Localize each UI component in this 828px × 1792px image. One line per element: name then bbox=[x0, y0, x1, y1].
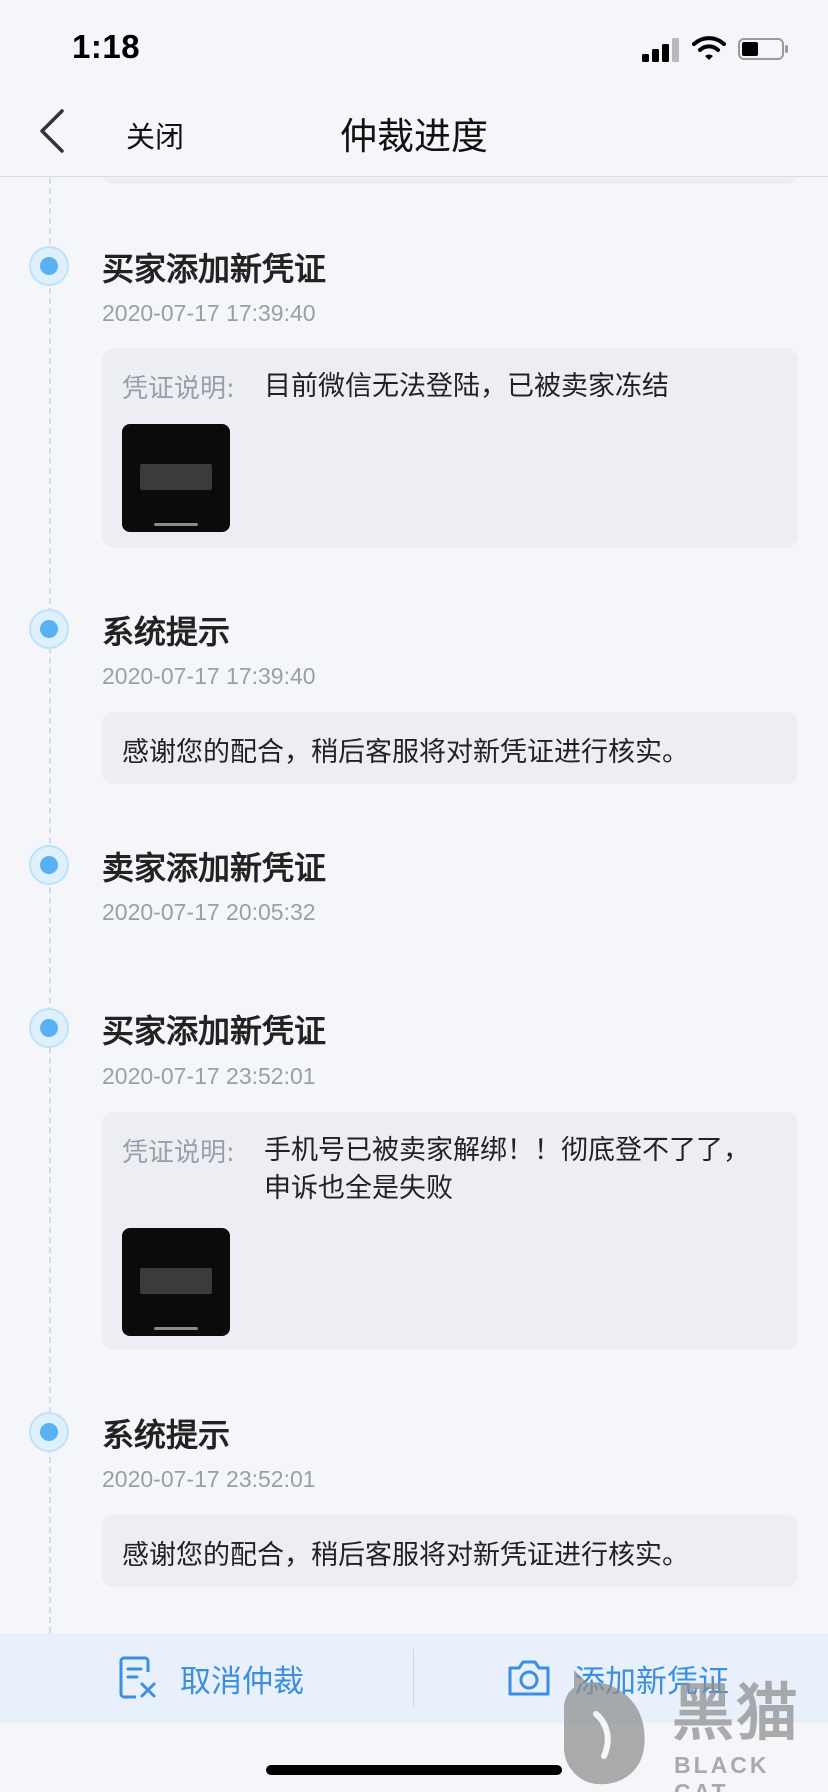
action-divider bbox=[413, 1649, 414, 1707]
timeline-dot bbox=[29, 1412, 69, 1452]
event-time: 2020-07-17 17:39:40 bbox=[102, 300, 316, 326]
event-time: 2020-07-17 23:52:01 bbox=[102, 1466, 316, 1492]
signal-icon bbox=[642, 38, 680, 62]
status-time: 1:18 bbox=[72, 28, 141, 65]
wifi-icon bbox=[692, 36, 726, 60]
event-time: 2020-07-17 23:52:01 bbox=[102, 1063, 316, 1089]
evidence-label: 凭证说明: bbox=[122, 374, 235, 404]
system-message-card: 感谢您的配合，稍后客服将对新凭证进行核实。 bbox=[102, 1515, 798, 1587]
evidence-card: 凭证说明: 手机号已被卖家解绑！！彻底登不了了，申诉也全是失败 bbox=[102, 1112, 798, 1350]
nav-bar: 关闭 仲裁进度 bbox=[0, 90, 828, 177]
event-title: 系统提示 bbox=[102, 613, 231, 651]
battery-icon bbox=[738, 38, 788, 60]
event-time: 2020-07-17 20:05:32 bbox=[102, 899, 316, 925]
evidence-description: 目前微信无法登陆，已被卖家冻结 bbox=[264, 371, 669, 402]
timeline-dot bbox=[29, 609, 69, 649]
event-title: 系统提示 bbox=[102, 1416, 231, 1454]
status-icons bbox=[642, 34, 792, 64]
event-time: 2020-07-17 17:39:40 bbox=[102, 663, 316, 689]
cancel-arbitration-button[interactable]: 取消仲裁 bbox=[118, 1633, 304, 1723]
arbitration-timeline: 买家添加新凭证 2020-07-17 17:39:40 凭证说明: 目前微信无法… bbox=[0, 178, 828, 1633]
event-title: 卖家添加新凭证 bbox=[102, 849, 327, 887]
evidence-label: 凭证说明: bbox=[122, 1138, 235, 1168]
evidence-card: 凭证说明: 目前微信无法登陆，已被卖家冻结 bbox=[102, 348, 798, 548]
event-title: 买家添加新凭证 bbox=[102, 250, 327, 288]
home-indicator[interactable] bbox=[266, 1765, 562, 1775]
previous-card bbox=[102, 178, 798, 184]
evidence-thumbnail[interactable] bbox=[122, 1228, 230, 1336]
watermark-en: BLACK CAT bbox=[674, 1752, 770, 1792]
timeline-dot bbox=[29, 246, 69, 286]
event-title: 买家添加新凭证 bbox=[102, 1012, 327, 1050]
watermark: 黑猫 BLACK CAT bbox=[556, 1660, 828, 1792]
camera-icon bbox=[508, 1660, 550, 1696]
watermark-cn: 黑猫 bbox=[672, 1676, 801, 1749]
evidence-description: 手机号已被卖家解绑！！彻底登不了了，申诉也全是失败 bbox=[264, 1135, 750, 1204]
page-title: 仲裁进度 bbox=[340, 115, 488, 158]
evidence-thumbnail[interactable] bbox=[122, 424, 230, 532]
cancel-arbitration-label: 取消仲裁 bbox=[180, 1663, 304, 1700]
cancel-document-icon bbox=[119, 1656, 156, 1699]
system-message-card: 感谢您的配合，稍后客服将对新凭证进行核实。 bbox=[102, 712, 798, 784]
system-message: 感谢您的配合，稍后客服将对新凭证进行核实。 bbox=[122, 1540, 689, 1571]
black-cat-logo-icon bbox=[564, 1670, 645, 1785]
system-message: 感谢您的配合，稍后客服将对新凭证进行核实。 bbox=[122, 737, 689, 768]
timeline-dot bbox=[29, 845, 69, 885]
status-bar: 1:18 bbox=[0, 0, 828, 90]
timeline-dot bbox=[29, 1008, 69, 1048]
